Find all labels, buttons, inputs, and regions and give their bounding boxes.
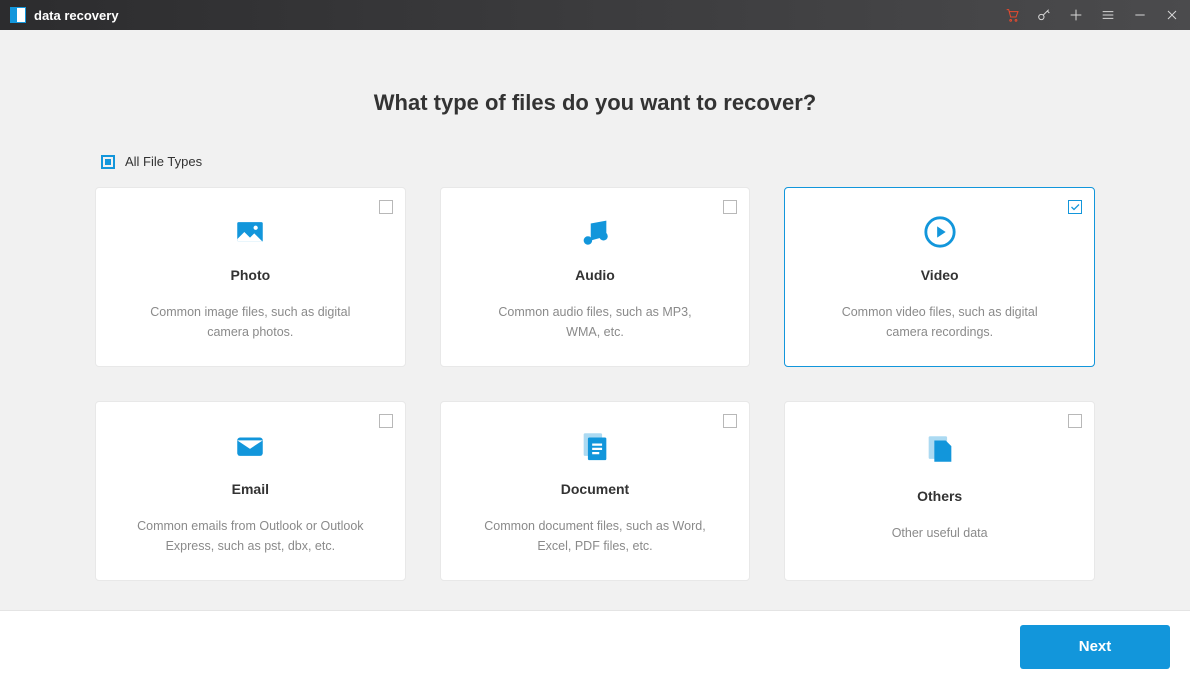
- card-photo-title: Photo: [231, 267, 271, 283]
- titlebar: data recovery: [0, 0, 1190, 30]
- card-email-desc: Common emails from Outlook or Outlook Ex…: [135, 517, 365, 556]
- plus-icon[interactable]: [1068, 7, 1084, 23]
- footer: Next: [0, 610, 1190, 682]
- photo-icon: [233, 212, 267, 251]
- card-photo-desc: Common image files, such as digital came…: [135, 303, 365, 342]
- email-icon: [233, 426, 267, 465]
- card-document-checkbox[interactable]: [723, 414, 737, 428]
- card-video[interactable]: Video Common video files, such as digita…: [784, 187, 1095, 367]
- others-icon: [923, 426, 957, 472]
- card-email[interactable]: Email Common emails from Outlook or Outl…: [95, 401, 406, 581]
- next-button[interactable]: Next: [1020, 625, 1170, 669]
- card-others[interactable]: Others Other useful data: [784, 401, 1095, 581]
- titlebar-actions: [1004, 7, 1180, 23]
- app-logo-icon: [10, 7, 26, 23]
- card-others-desc: Other useful data: [892, 524, 988, 543]
- close-icon[interactable]: [1164, 7, 1180, 23]
- all-file-types-label: All File Types: [125, 154, 202, 169]
- audio-icon: [578, 212, 612, 251]
- all-file-types-checkbox[interactable]: [101, 155, 115, 169]
- card-others-checkbox[interactable]: [1068, 414, 1082, 428]
- card-email-title: Email: [232, 481, 269, 497]
- card-photo-checkbox[interactable]: [379, 200, 393, 214]
- document-icon: [578, 426, 612, 465]
- menu-icon[interactable]: [1100, 7, 1116, 23]
- cart-icon[interactable]: [1004, 7, 1020, 23]
- card-audio[interactable]: Audio Common audio files, such as MP3, W…: [440, 187, 751, 367]
- video-icon: [923, 212, 957, 251]
- card-document-desc: Common document files, such as Word, Exc…: [480, 517, 710, 556]
- card-photo[interactable]: Photo Common image files, such as digita…: [95, 187, 406, 367]
- main-content: What type of files do you want to recove…: [0, 30, 1190, 610]
- card-document[interactable]: Document Common document files, such as …: [440, 401, 751, 581]
- file-type-grid: Photo Common image files, such as digita…: [95, 187, 1095, 581]
- card-audio-desc: Common audio files, such as MP3, WMA, et…: [480, 303, 710, 342]
- card-email-checkbox[interactable]: [379, 414, 393, 428]
- key-icon[interactable]: [1036, 7, 1052, 23]
- card-video-title: Video: [921, 267, 959, 283]
- card-others-title: Others: [917, 488, 962, 504]
- card-audio-checkbox[interactable]: [723, 200, 737, 214]
- page-title: What type of files do you want to recove…: [95, 90, 1095, 116]
- all-file-types-row[interactable]: All File Types: [95, 154, 1095, 169]
- card-video-desc: Common video files, such as digital came…: [825, 303, 1055, 342]
- card-video-checkbox[interactable]: [1068, 200, 1082, 214]
- card-audio-title: Audio: [575, 267, 615, 283]
- card-document-title: Document: [561, 481, 629, 497]
- minimize-icon[interactable]: [1132, 7, 1148, 23]
- app-title: data recovery: [34, 8, 119, 23]
